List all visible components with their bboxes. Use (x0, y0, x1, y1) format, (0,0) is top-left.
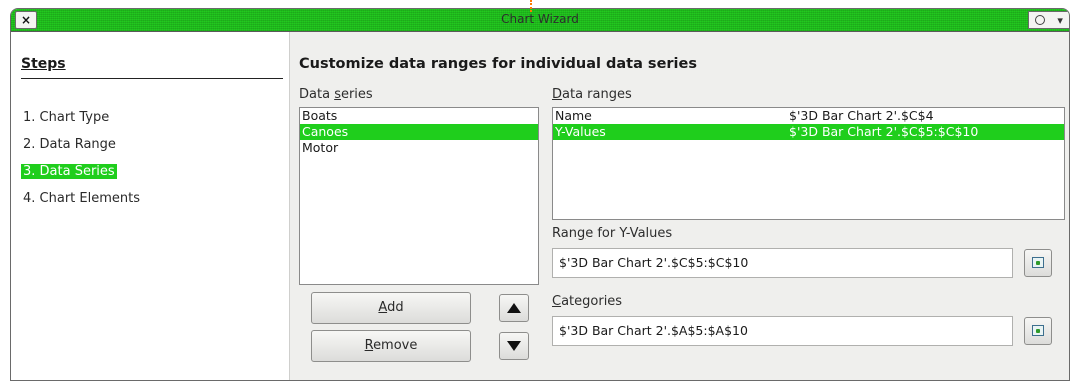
range-value: $'3D Bar Chart 2'.$C$5:$C$10 (789, 124, 979, 139)
remove-button[interactable]: Remove (311, 330, 471, 362)
list-item[interactable]: Motor (300, 140, 538, 156)
step-data-series[interactable]: 3. Data Series (21, 164, 117, 179)
table-row[interactable]: Name $'3D Bar Chart 2'.$C$4 (553, 108, 1064, 124)
data-series-list[interactable]: Boats Canoes Motor (299, 107, 539, 285)
window-title: Chart Wizard (501, 12, 579, 26)
step-chart-elements[interactable]: 4. Chart Elements (21, 191, 142, 206)
arrow-up-icon (507, 303, 521, 313)
range-role: Y-Values (555, 124, 606, 139)
data-ranges-label: Data ranges (552, 87, 632, 102)
select-range-icon (1032, 257, 1044, 268)
shade-icon[interactable] (1035, 15, 1046, 25)
step-data-range[interactable]: 2. Data Range (21, 137, 118, 152)
page-title: Customize data ranges for individual dat… (299, 56, 697, 72)
cursor-marker (530, 0, 534, 12)
range-input[interactable]: $'3D Bar Chart 2'.$C$5:$C$10 (552, 248, 1013, 278)
steps-title: Steps (21, 56, 66, 72)
categories-label: Categories (552, 294, 623, 309)
range-value: $'3D Bar Chart 2'.$C$4 (789, 108, 934, 123)
step-chart-type[interactable]: 1. Chart Type (21, 110, 111, 125)
move-down-button[interactable] (499, 332, 529, 360)
window-menu-icon[interactable]: ▾ (1057, 14, 1063, 27)
move-up-button[interactable] (499, 294, 529, 322)
categories-input[interactable]: $'3D Bar Chart 2'.$A$5:$A$10 (552, 316, 1013, 346)
select-categories-icon (1032, 325, 1044, 336)
list-item[interactable]: Boats (300, 108, 538, 124)
select-categories-button[interactable] (1024, 317, 1052, 345)
add-button[interactable]: Add (311, 292, 471, 324)
steps-panel: Steps 1. Chart Type 2. Data Range 3. Dat… (11, 32, 290, 380)
table-row-selected[interactable]: Y-Values $'3D Bar Chart 2'.$C$5:$C$10 (553, 124, 1064, 140)
data-ranges-list[interactable]: Name $'3D Bar Chart 2'.$C$4 Y-Values $'3… (552, 107, 1065, 220)
window-controls[interactable]: ▾ (1028, 11, 1069, 29)
title-bar[interactable]: × Chart Wizard ▾ (11, 9, 1069, 32)
list-item-selected[interactable]: Canoes (300, 124, 538, 140)
select-range-button[interactable] (1024, 249, 1052, 277)
steps-divider (21, 78, 283, 79)
data-series-label: Data series (299, 87, 373, 102)
range-for-label: Range for Y-Values (552, 226, 673, 241)
range-role: Name (555, 108, 592, 123)
arrow-down-icon (507, 341, 521, 351)
chart-wizard-window: × Chart Wizard ▾ Steps 1. Chart Type 2. … (10, 8, 1070, 381)
